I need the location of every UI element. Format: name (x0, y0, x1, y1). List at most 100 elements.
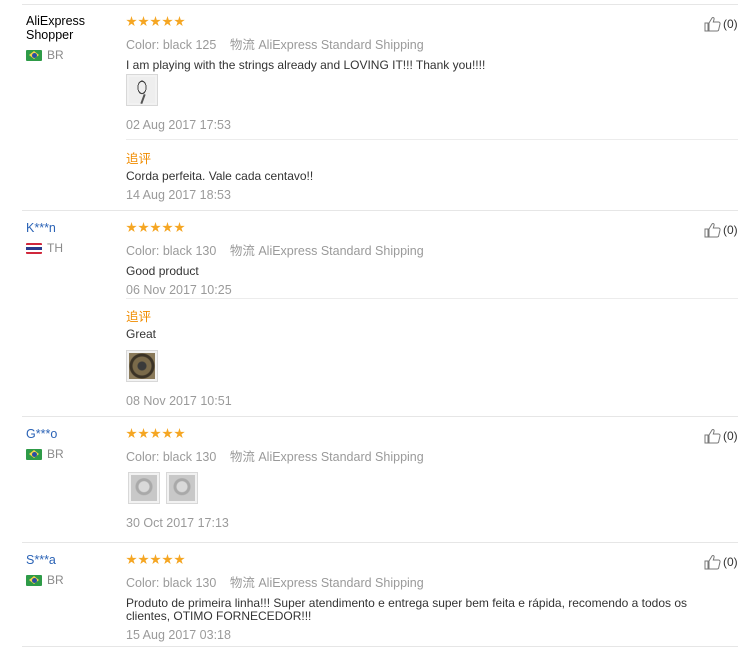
color-value: black 130 (162, 244, 217, 258)
star-icon (162, 428, 173, 439)
review-text-line-2: clientes, OTIMO FORNECEDOR!!! (126, 609, 312, 623)
shipping-value: AliExpress Standard Shipping (258, 450, 424, 464)
star-icon (150, 222, 161, 233)
shipping-label: 物流 (229, 38, 255, 52)
shipping-label: 物流 (229, 244, 255, 258)
shipping-label: 物流 (229, 576, 255, 590)
star-icon (162, 222, 173, 233)
reviewer-country: BR (26, 48, 118, 62)
review-date: 02 Aug 2017 17:53 (126, 118, 231, 132)
followup-text: Great (126, 327, 157, 341)
like-count: (0) (723, 429, 738, 443)
reviewer-name[interactable]: K***n (26, 221, 118, 235)
review-content: Color: black 130 物流 AliExpress Standard … (126, 428, 726, 465)
star-icon (150, 428, 161, 439)
review-photo[interactable] (128, 472, 160, 504)
review-divider (22, 646, 738, 647)
review-content: Color: black 130 物流 AliExpress Standard … (126, 222, 726, 297)
review-meta: Color: black 130 物流 AliExpress Standard … (126, 572, 726, 591)
star-icon (174, 16, 185, 27)
star-icon (138, 428, 149, 439)
country-code: BR (47, 447, 64, 461)
color-value: black 130 (162, 450, 217, 464)
review-date: 30 Oct 2017 17:13 (126, 516, 229, 530)
review-divider (22, 210, 738, 211)
color-label: Color: (126, 576, 160, 590)
reviewer-info: S***a BR (26, 553, 118, 587)
flag-thailand-icon (26, 242, 42, 254)
reviewer-name[interactable]: S***a (26, 553, 118, 567)
shipping-value: AliExpress Standard Shipping (258, 244, 424, 258)
thumbs-up-icon (704, 17, 721, 32)
reviewer-name-line-1: AliExpress (26, 14, 86, 28)
review-photo[interactable] (166, 472, 198, 504)
review-divider (22, 542, 738, 543)
like-count: (0) (723, 17, 738, 31)
color-label: Color: (126, 244, 160, 258)
reviewer-country: TH (26, 241, 118, 255)
review-divider (22, 416, 738, 417)
review-photo[interactable] (126, 74, 158, 106)
star-icon (162, 554, 173, 565)
flag-brazil-icon (26, 448, 42, 460)
thumbs-up-icon (704, 223, 721, 238)
star-icon (138, 16, 149, 27)
color-value: black 130 (162, 576, 217, 590)
racket-image (129, 77, 155, 103)
string-pack-image (169, 475, 195, 501)
followup-divider (126, 139, 738, 140)
country-code: TH (47, 241, 63, 255)
string-coil-image (129, 353, 155, 379)
star-rating (126, 16, 726, 28)
country-code: BR (47, 573, 64, 587)
thumbs-up-icon (704, 429, 721, 444)
color-value: black 125 (162, 38, 217, 52)
color-label: Color: (126, 450, 160, 464)
shipping-value: AliExpress Standard Shipping (258, 576, 424, 590)
reviewer-name-line-2: Shopper (26, 28, 74, 42)
like-button[interactable]: (0) (704, 222, 738, 238)
review-content: Color: black 125 物流 AliExpress Standard … (126, 16, 726, 72)
review-meta: Color: black 130 物流 AliExpress Standard … (126, 446, 726, 465)
flag-brazil-icon (26, 49, 42, 61)
followup-date: 14 Aug 2017 18:53 (126, 188, 231, 202)
star-icon (126, 428, 137, 439)
followup-divider (126, 298, 738, 299)
reviewer-country: BR (26, 447, 118, 461)
string-pack-image (131, 475, 157, 501)
followup-photo[interactable] (126, 350, 158, 382)
reviewer-info: AliExpress Shopper BR (26, 14, 118, 62)
star-rating (126, 554, 726, 566)
like-button[interactable]: (0) (704, 16, 738, 32)
star-icon (162, 16, 173, 27)
reviewer-info: G***o BR (26, 427, 118, 461)
shipping-label: 物流 (229, 450, 255, 464)
review-text: I am playing with the strings already an… (126, 58, 486, 72)
star-icon (174, 222, 185, 233)
top-divider (22, 4, 738, 5)
star-icon (126, 554, 137, 565)
review-meta: Color: black 125 物流 AliExpress Standard … (126, 34, 726, 53)
review-date: 15 Aug 2017 03:18 (126, 628, 231, 642)
like-count: (0) (723, 555, 738, 569)
star-icon (150, 16, 161, 27)
star-icon (126, 16, 137, 27)
star-rating (126, 222, 726, 234)
like-button[interactable]: (0) (704, 554, 738, 570)
reviewer-country: BR (26, 573, 118, 587)
flag-brazil-icon (26, 574, 42, 586)
star-icon (150, 554, 161, 565)
review-meta: Color: black 130 物流 AliExpress Standard … (126, 240, 726, 259)
like-count: (0) (723, 223, 738, 237)
review-date: 06 Nov 2017 10:25 (126, 283, 232, 297)
star-icon (174, 554, 185, 565)
review-content: Color: black 130 物流 AliExpress Standard … (126, 554, 726, 642)
thumbs-up-icon (704, 555, 721, 570)
followup-date: 08 Nov 2017 10:51 (126, 394, 232, 408)
country-code: BR (47, 48, 64, 62)
color-label: Color: (126, 38, 160, 52)
like-button[interactable]: (0) (704, 428, 738, 444)
reviewer-name[interactable]: G***o (26, 427, 118, 441)
followup-text: Corda perfeita. Vale cada centavo!! (126, 169, 314, 183)
followup-label: 追评 (126, 310, 152, 324)
